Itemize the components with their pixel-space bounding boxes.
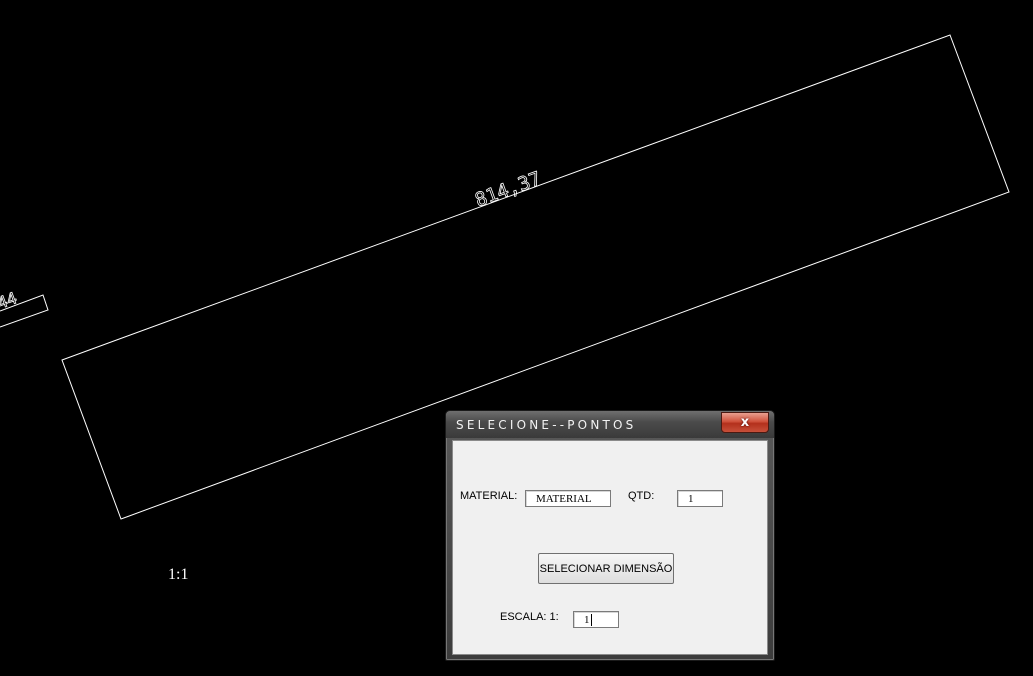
dialog-title: SELECIONE--PONTOS: [456, 418, 637, 432]
selecione-pontos-dialog: SELECIONE--PONTOS x MATERIAL: MATERIAL Q…: [445, 410, 775, 661]
close-icon: x: [740, 415, 750, 430]
scale-label: ESCALA: 1:: [500, 611, 559, 623]
dialog-titlebar[interactable]: SELECIONE--PONTOS x: [446, 411, 774, 438]
text-cursor: [590, 614, 592, 627]
material-input[interactable]: MATERIAL: [525, 490, 611, 507]
material-label: MATERIAL:: [460, 490, 518, 502]
dimension-label-main: 814,37: [472, 168, 544, 212]
select-dimension-button[interactable]: SELECIONAR DIMENSÃO: [538, 553, 674, 584]
scale-input-value: 1: [584, 614, 590, 626]
close-button[interactable]: x: [721, 412, 769, 433]
qtd-label: QTD:: [628, 490, 655, 502]
scale-input[interactable]: 1: [573, 611, 619, 628]
qtd-input[interactable]: 1: [677, 490, 723, 507]
scale-annotation: 1:1: [168, 566, 189, 583]
dimension-label-partial: 44: [0, 288, 19, 312]
dialog-client-area: MATERIAL: MATERIAL QTD: 1 SELECIONAR DIM…: [452, 440, 768, 655]
